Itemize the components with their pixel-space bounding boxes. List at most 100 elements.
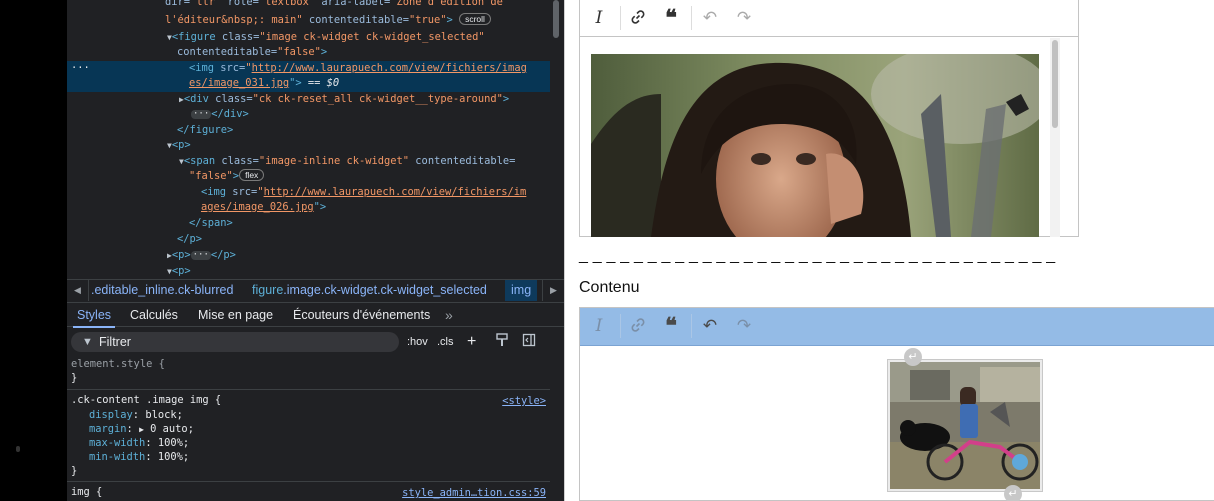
tree-line-8[interactable]: </figure> [177,123,233,138]
rule-divider [67,389,550,390]
breadcrumb-item-figure[interactable]: figure.image.ck-widget.ck-widget_selecte… [252,280,487,301]
undo-icon: ↶ [702,316,718,335]
breadcrumb-item-editable[interactable]: .editable_inline.ck-blurred [91,280,233,301]
tree-line-p[interactable]: ▼<p> [167,138,191,153]
styles-filter-input[interactable]: ▼ Filtrer [71,332,399,352]
link-icon [631,318,645,332]
tree-line-5[interactable]: es/image_031.jpg"> == $0 [189,76,339,91]
tab-styles[interactable]: Styles [72,303,116,328]
dom-tree: dir="ltr" role="textbox" aria-label="Zon… [67,0,550,279]
styles-panel-tabs: Styles Calculés Mise en page Écouteurs d… [67,302,564,328]
editor-toolbar: I ❝ ↶ ↷ [580,0,1078,37]
tree-line-11[interactable]: "false"> flex [189,169,265,184]
editor-scrollbar[interactable] [1050,38,1060,237]
left-black-strip [0,0,67,501]
prop-margin[interactable]: margin: ▶ 0 auto; [89,422,194,437]
cls-toggle[interactable]: .cls [437,332,454,352]
flex-badge[interactable]: flex [239,169,265,181]
panel-divider[interactable] [564,0,565,501]
tag-close: </span> [189,217,233,229]
tag-close: </figure> [177,124,234,136]
redo-button[interactable]: ↷ [731,0,757,36]
attr-value: "ck ck-reset_all ck-widget__type-around" [252,93,503,105]
prop-min-width[interactable]: min-width: 100%; [89,450,189,464]
attr-class: class= [208,93,253,105]
element-style-selector[interactable]: element.style { [71,357,165,371]
inline-image-widget[interactable]: ↵ ↵ [887,348,1043,501]
link-button[interactable] [625,308,651,344]
tab-layout[interactable]: Mise en page [198,303,273,327]
tab-computed[interactable]: Calculés [130,303,178,327]
type-around-after-icon[interactable]: ↵ [1004,485,1022,501]
rule2-selector[interactable]: img { [71,485,102,499]
tree-line-14[interactable]: </span> [189,216,233,231]
breadcrumb-item-img[interactable]: img [505,280,538,301]
tree-line-div[interactable]: ▶<div class="ck ck-reset_all ck-widget__… [179,92,509,107]
tag-close: </p> [177,233,203,245]
italic-button[interactable]: I [586,308,612,344]
attr-value: "true" [409,14,447,26]
undo-icon: ↶ [702,8,718,27]
blockquote-button[interactable]: ❝ [658,308,684,344]
img-src-link[interactable]: http://www.laurapuech.com/view/fichiers/… [264,186,527,198]
tree-line-0[interactable]: dir="ltr" role="textbox" aria-label="Zon… [165,0,503,10]
tree-line-img2[interactable]: <img src="http://www.laurapuech.com/view… [201,185,526,200]
tree-line-figure[interactable]: ▼<figure class="image ck-widget ck-widge… [167,30,485,45]
hov-toggle[interactable]: :hov [407,332,428,352]
scrollbar-thumb[interactable] [1052,40,1058,128]
editor-image-girl-closeup[interactable] [591,54,1039,237]
tree-line-img[interactable]: <img src="http://www.laurapuech.com/view… [189,61,527,76]
dom-tree-scrollbar[interactable] [552,0,560,279]
italic-button[interactable]: I [586,0,612,36]
ellipsis-badge[interactable]: ··· [191,110,212,119]
redo-button[interactable]: ↷ [731,308,757,344]
prop-max-width[interactable]: max-width: 100%; [89,436,189,450]
tag-p: <p> [171,249,191,261]
breadcrumb-left-arrow-icon[interactable]: ◀ [67,280,89,301]
rule-divider [67,481,550,482]
tree-line-17[interactable]: ▼<p> [167,264,191,279]
blockquote-icon: ❝ [665,313,677,339]
img-src-link[interactable]: ages/image_026.jpg [201,201,314,213]
tree-line-span[interactable]: ▼<span class="image-inline ck-widget" co… [179,154,515,169]
tab-event-listeners[interactable]: Écouteurs d'événements [293,303,430,327]
type-around-before-icon[interactable]: ↵ [904,348,922,366]
attr-src: src= [226,186,258,198]
tree-line-13[interactable]: ages/image_026.jpg"> [201,200,326,215]
img-src-link[interactable]: es/image_031.jpg [189,77,289,89]
tree-line-16[interactable]: ▶<p> ··· </p> [167,248,236,263]
tag-p: <p> [171,139,191,151]
undo-button[interactable]: ↶ [697,308,723,344]
inline-image-girl-bike[interactable] [890,362,1040,489]
tag-close: > [502,93,510,105]
attr-dir: dir= [165,0,191,8]
rule1-source-link[interactable]: <style> [502,394,546,408]
new-rule-icon[interactable]: + [467,332,476,352]
redo-icon: ↷ [736,8,752,27]
blockquote-button[interactable]: ❝ [658,0,684,36]
tag-close: </div> [211,108,249,120]
scroll-badge[interactable]: scroll [459,13,491,25]
tree-line-3[interactable]: contenteditable="false"> [177,45,327,60]
rule1-selector[interactable]: .ck-content .image img { [71,393,221,407]
undo-button[interactable]: ↶ [697,0,723,36]
tag-close: > [320,46,328,58]
attr-value: "image ck-widget ck-widget_selected" [259,31,485,43]
toggle-sidebar-icon[interactable] [522,332,536,352]
link-icon [631,10,645,24]
prop-display[interactable]: display: block; [89,408,183,422]
breadcrumb-right-arrow-icon[interactable]: ▶ [542,280,564,301]
link-button[interactable] [625,0,651,36]
attr-value: "textbox" [258,0,316,8]
ellipsis-badge[interactable]: ··· [190,251,211,260]
rule2-source-link[interactable]: style_admin…tion.css:59 [402,486,546,500]
dollar-zero: $0 [326,77,340,89]
img-src-link[interactable]: http://www.laurapuech.com/view/fichiers/… [252,62,527,74]
scrollbar-thumb[interactable] [553,0,559,38]
tree-line-7[interactable]: ··· </div> [191,107,249,122]
attr-value: "false" [277,46,321,58]
tree-line-15[interactable]: </p> [177,232,202,247]
tree-line-1[interactable]: l'éditeur&nbsp;: main" contenteditable="… [165,13,491,28]
paint-icon[interactable] [495,332,509,352]
more-tabs-icon[interactable]: » [445,303,453,327]
